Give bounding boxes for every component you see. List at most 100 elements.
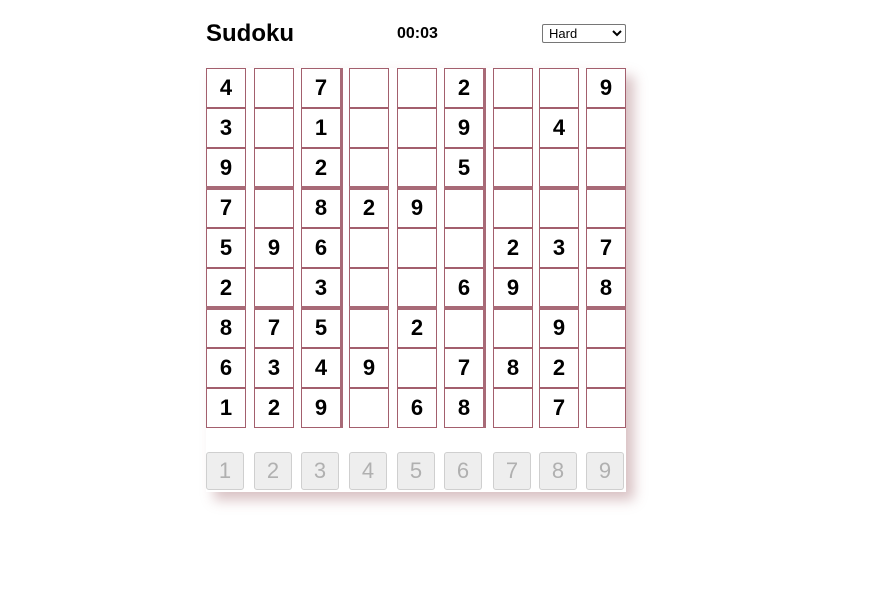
grid-cell-r4c5[interactable]: 9 [397, 188, 437, 228]
grid-cell-r5c2[interactable]: 9 [254, 228, 294, 268]
grid-cell-r6c5[interactable] [397, 268, 437, 308]
grid-cell-r9c9[interactable] [586, 388, 626, 428]
grid-cell-r6c7[interactable]: 9 [493, 268, 533, 308]
grid-cell-r2c8[interactable]: 4 [539, 108, 579, 148]
number-button-8[interactable]: 8 [539, 452, 577, 490]
number-button-9[interactable]: 9 [586, 452, 624, 490]
grid-cell-r5c5[interactable] [397, 228, 437, 268]
grid-cell-r4c4[interactable]: 2 [349, 188, 389, 228]
grid-cell-r7c6[interactable] [444, 308, 484, 348]
grid-cell-r9c5[interactable]: 6 [397, 388, 437, 428]
grid-cell-r2c5[interactable] [397, 108, 437, 148]
box-divider-horizontal [397, 186, 437, 190]
grid-cell-r8c8[interactable]: 2 [539, 348, 579, 388]
grid-cell-r5c7[interactable]: 2 [493, 228, 533, 268]
grid-cell-r4c2[interactable] [254, 188, 294, 228]
grid-cell-r7c4[interactable] [349, 308, 389, 348]
difficulty-select[interactable]: Hard [542, 24, 626, 43]
box-divider-horizontal [301, 306, 341, 310]
number-button-3[interactable]: 3 [301, 452, 339, 490]
grid-cell-r8c1[interactable]: 6 [206, 348, 246, 388]
number-button-1[interactable]: 1 [206, 452, 244, 490]
grid-cell-r8c4[interactable]: 9 [349, 348, 389, 388]
grid-cell-r9c4[interactable] [349, 388, 389, 428]
grid-cell-r8c2[interactable]: 3 [254, 348, 294, 388]
grid-cell-r3c8[interactable] [539, 148, 579, 188]
grid-cell-r8c7[interactable]: 8 [493, 348, 533, 388]
grid-cell-r7c2[interactable]: 7 [254, 308, 294, 348]
grid-cell-r5c9[interactable]: 7 [586, 228, 626, 268]
number-button-6[interactable]: 6 [444, 452, 482, 490]
grid-cell-r3c6[interactable]: 5 [444, 148, 484, 188]
grid-cell-r8c3[interactable]: 4 [301, 348, 341, 388]
grid-cell-r1c1[interactable]: 4 [206, 68, 246, 108]
grid-cell-r2c6[interactable]: 9 [444, 108, 484, 148]
grid-cell-r3c5[interactable] [397, 148, 437, 188]
grid-cell-r1c4[interactable] [349, 68, 389, 108]
number-button-5[interactable]: 5 [397, 452, 435, 490]
grid-cell-r3c2[interactable] [254, 148, 294, 188]
box-divider-horizontal [349, 306, 389, 310]
grid-cell-r6c3[interactable]: 3 [301, 268, 341, 308]
grid-cell-r1c2[interactable] [254, 68, 294, 108]
grid-cell-r2c2[interactable] [254, 108, 294, 148]
grid-cell-r3c7[interactable] [493, 148, 533, 188]
grid-cell-r6c1[interactable]: 2 [206, 268, 246, 308]
grid-cell-r9c8[interactable]: 7 [539, 388, 579, 428]
grid-cell-r6c6[interactable]: 6 [444, 268, 484, 308]
grid-cell-r3c1[interactable]: 9 [206, 148, 246, 188]
box-divider-horizontal [206, 186, 246, 190]
grid-cell-r6c8[interactable] [539, 268, 579, 308]
grid-cell-r2c1[interactable]: 3 [206, 108, 246, 148]
grid-cell-r7c5[interactable]: 2 [397, 308, 437, 348]
number-button-7[interactable]: 7 [493, 452, 531, 490]
grid-cell-r4c1[interactable]: 7 [206, 188, 246, 228]
box-divider-horizontal [254, 186, 294, 190]
grid-cell-r8c9[interactable] [586, 348, 626, 388]
grid-cell-r9c3[interactable]: 9 [301, 388, 341, 428]
number-button-4[interactable]: 4 [349, 452, 387, 490]
grid-cell-r7c7[interactable] [493, 308, 533, 348]
grid-cell-r4c8[interactable] [539, 188, 579, 228]
grid-cell-r4c6[interactable] [444, 188, 484, 228]
grid-cell-r7c3[interactable]: 5 [301, 308, 341, 348]
grid-cell-r5c6[interactable] [444, 228, 484, 268]
grid-cell-r7c8[interactable]: 9 [539, 308, 579, 348]
number-button-2[interactable]: 2 [254, 452, 292, 490]
grid-cell-r1c8[interactable] [539, 68, 579, 108]
grid-cell-r4c9[interactable] [586, 188, 626, 228]
grid-cell-r5c1[interactable]: 5 [206, 228, 246, 268]
box-divider-vertical [340, 68, 343, 428]
grid-cell-r6c4[interactable] [349, 268, 389, 308]
grid-cell-r8c6[interactable]: 7 [444, 348, 484, 388]
grid-cell-r7c1[interactable]: 8 [206, 308, 246, 348]
grid-cell-r4c7[interactable] [493, 188, 533, 228]
grid-cell-r3c3[interactable]: 2 [301, 148, 341, 188]
grid-cell-r2c7[interactable] [493, 108, 533, 148]
grid-cell-r2c3[interactable]: 1 [301, 108, 341, 148]
grid-cell-r5c4[interactable] [349, 228, 389, 268]
grid-cell-r8c5[interactable] [397, 348, 437, 388]
grid-cell-r9c2[interactable]: 2 [254, 388, 294, 428]
grid-cell-r1c3[interactable]: 7 [301, 68, 341, 108]
grid-cell-r2c9[interactable] [586, 108, 626, 148]
grid-cell-r5c3[interactable]: 6 [301, 228, 341, 268]
grid-cell-r6c9[interactable]: 8 [586, 268, 626, 308]
sudoku-app: Sudoku 00:03 Hard 4729319492578295962372… [206, 20, 626, 492]
grid-cell-r2c4[interactable] [349, 108, 389, 148]
grid-cell-r9c7[interactable] [493, 388, 533, 428]
grid-cell-r7c9[interactable] [586, 308, 626, 348]
grid-cell-r9c1[interactable]: 1 [206, 388, 246, 428]
box-divider-horizontal [301, 186, 341, 190]
page-title: Sudoku [206, 20, 294, 47]
grid-cell-r4c3[interactable]: 8 [301, 188, 341, 228]
grid-cell-r3c9[interactable] [586, 148, 626, 188]
grid-cell-r5c8[interactable]: 3 [539, 228, 579, 268]
grid-cell-r6c2[interactable] [254, 268, 294, 308]
grid-cell-r1c5[interactable] [397, 68, 437, 108]
grid-cell-r9c6[interactable]: 8 [444, 388, 484, 428]
grid-cell-r1c6[interactable]: 2 [444, 68, 484, 108]
grid-cell-r1c9[interactable]: 9 [586, 68, 626, 108]
grid-cell-r1c7[interactable] [493, 68, 533, 108]
grid-cell-r3c4[interactable] [349, 148, 389, 188]
